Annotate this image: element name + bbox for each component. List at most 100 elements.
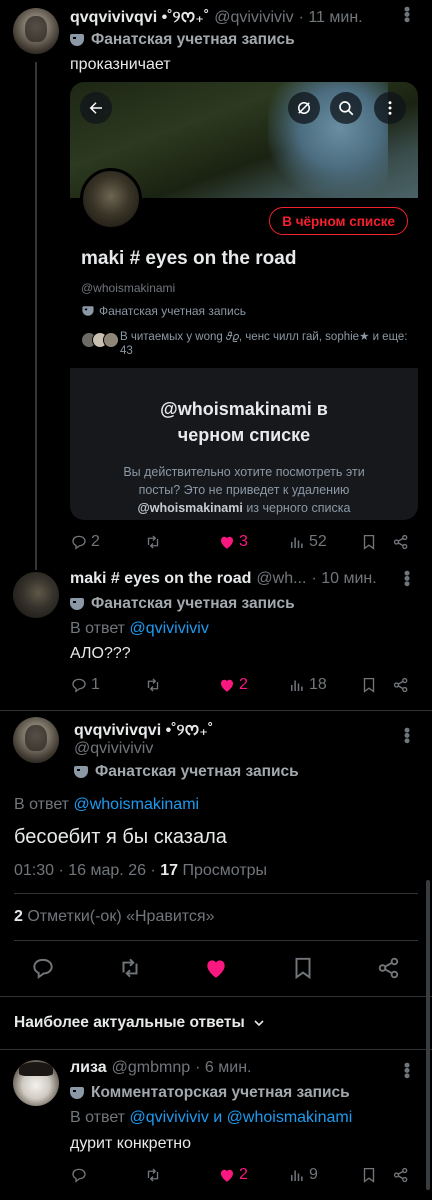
followers-you-know[interactable]: В читаемых у wong 𝜗𝜚, ченс чилл гай, sop… [81, 330, 411, 358]
replying-to: В ответ @qvivivivіv и @whoismakinami [70, 1109, 353, 1126]
divider [0, 710, 432, 711]
bookmark-button[interactable] [360, 1166, 378, 1184]
more-vertical-icon[interactable] [374, 92, 406, 124]
reply-button[interactable] [70, 1166, 88, 1184]
divider [0, 1049, 432, 1050]
badge-label: Фанатская учетная запись [91, 31, 295, 48]
handle[interactable]: @qvivivivіv [74, 740, 153, 758]
avatar[interactable] [13, 8, 59, 54]
timestamp[interactable]: 01:30 · 16 мар. 26 · [14, 862, 156, 879]
back-arrow-icon[interactable] [80, 92, 112, 124]
retweet-button[interactable] [144, 1166, 162, 1184]
like-button[interactable]: 2 [218, 676, 248, 694]
views-icon [291, 1170, 303, 1181]
mask-icon [74, 766, 91, 778]
like-button[interactable] [203, 955, 229, 986]
follower-avatar [103, 332, 119, 348]
like-count: 3 [239, 533, 248, 550]
account-badge: Фанатская учетная запись [70, 31, 295, 49]
reply-button[interactable]: 1 [70, 676, 100, 694]
likes-summary[interactable]: 2 Отметки(-ок) «Нравится» [14, 908, 215, 926]
mention-link[interactable]: @qvivivivіv [129, 1109, 208, 1126]
mention-link[interactable]: @whoismakinami [73, 796, 199, 813]
like-button[interactable]: 2 [218, 1166, 248, 1184]
quoted-profile-card[interactable]: В чёрном списке maki # eyes on the road … [70, 82, 418, 520]
bookmark-button[interactable] [360, 676, 378, 694]
share-button[interactable] [392, 1166, 410, 1184]
views-label: Просмотры [182, 862, 268, 879]
mask-icon [70, 34, 87, 46]
timestamp[interactable]: · 10 мин. [311, 570, 376, 588]
account-badge: Комментаторская учетная запись [70, 1084, 350, 1102]
reply-button[interactable]: 2 [70, 533, 100, 551]
share-button[interactable] [392, 676, 410, 694]
heart-filled-icon [221, 1169, 233, 1182]
follower-avatars [81, 332, 119, 358]
blocked-notice-handle: @whoismakinami [137, 501, 243, 515]
display-name[interactable]: qvqvivivqvi •˚୨ᰔ₊˚ [70, 6, 209, 30]
bookmark-button[interactable] [290, 955, 316, 986]
share-button[interactable] [376, 955, 402, 986]
timestamp[interactable]: · 6 мин. [195, 1059, 251, 1077]
display-name[interactable]: лиза [70, 1059, 107, 1077]
bookmark-icon [363, 677, 375, 693]
profile-avatar[interactable] [80, 168, 142, 230]
tweet-text: дурит конкретно [70, 1135, 192, 1152]
retweet-icon [147, 1168, 159, 1182]
retweet-button[interactable] [144, 533, 162, 551]
likes-label: Отметки(-ок) «Нравится» [27, 908, 215, 925]
account-badge: Фанатская учетная запись [74, 763, 299, 781]
replies-sort-dropdown[interactable]: Наиболее актуальные ответы [14, 1014, 267, 1032]
scrollbar[interactable] [426, 880, 430, 1190]
profile-badge-label: Фанатская учетная запись [99, 304, 246, 318]
like-count: 2 [239, 1166, 248, 1183]
handle[interactable]: @qvivivivіv [214, 9, 293, 27]
tweet-text: АЛО??? [70, 645, 131, 662]
timestamp[interactable]: · 11 мин. [299, 9, 363, 27]
avatar[interactable] [13, 1060, 59, 1106]
views-count: 52 [309, 533, 327, 550]
retweet-button[interactable] [144, 676, 162, 694]
replying-to: В ответ @qvivivivіv [70, 620, 209, 637]
grok-icon[interactable] [288, 92, 320, 124]
bookmark-icon [363, 1167, 375, 1183]
badge-label: Фанатская учетная запись [91, 595, 295, 612]
replying-to: В ответ @whoismakinami [14, 796, 200, 813]
retweet-button[interactable] [117, 955, 143, 986]
more-icon[interactable]: ••• [397, 727, 417, 743]
avatar[interactable] [13, 572, 59, 618]
author-line: лиза @gmbmnp · 6 мин. [70, 1059, 251, 1077]
more-icon[interactable]: ••• [397, 1062, 417, 1078]
views-count: 17 [160, 862, 179, 879]
display-name[interactable]: maki # eyes on the road [70, 570, 251, 588]
like-button[interactable]: 3 [218, 533, 248, 551]
more-icon[interactable]: ••• [397, 570, 417, 586]
tweet-text: проказничает [70, 56, 171, 73]
profile-handle: @whoismakinami [81, 281, 176, 295]
divider [0, 996, 432, 997]
search-icon[interactable] [330, 92, 362, 124]
bookmark-button[interactable] [360, 533, 378, 551]
mention-link[interactable]: @whoismakinami [227, 1109, 353, 1126]
divider [14, 893, 418, 894]
heart-filled-icon [221, 679, 233, 692]
blocked-button[interactable]: В чёрном списке [269, 207, 408, 235]
views-button[interactable]: 18 [288, 676, 327, 694]
followers-text: В читаемых у wong 𝜗𝜚, ченс чилл гай, sop… [120, 331, 408, 357]
views-count: 18 [309, 676, 327, 693]
share-button[interactable] [392, 533, 410, 551]
reply-button[interactable] [30, 955, 56, 986]
views-button[interactable]: 9 [288, 1166, 318, 1184]
account-badge: Фанатская учетная запись [70, 595, 295, 613]
views-button[interactable]: 52 [288, 533, 327, 551]
share-icon [393, 534, 408, 550]
handle[interactable]: @wh... [256, 570, 306, 588]
avatar[interactable] [13, 717, 59, 763]
mention-link[interactable]: @qvivivivіv [129, 620, 208, 637]
retweet-icon [122, 958, 138, 978]
sort-label: Наиболее актуальные ответы [14, 1014, 245, 1031]
mask-icon [70, 1087, 87, 1099]
handle[interactable]: @gmbmnp [112, 1059, 191, 1077]
badge-label: Комментаторская учетная запись [91, 1084, 350, 1101]
more-icon[interactable]: ••• [397, 6, 417, 22]
